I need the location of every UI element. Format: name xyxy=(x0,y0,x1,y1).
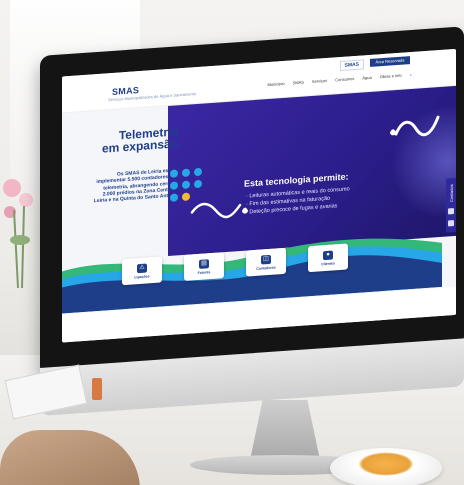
nav-item[interactable]: Consumos xyxy=(335,76,354,82)
pencil-holder xyxy=(92,378,102,400)
reserved-area-button[interactable]: Área Reservada xyxy=(370,56,410,67)
service-card-label: Contadores xyxy=(256,265,276,271)
users-icon: ● xyxy=(323,250,333,260)
wave-squiggle-icon xyxy=(190,202,248,219)
website-screen: SMAS Serviços Municipalizados de Água e … xyxy=(62,48,456,343)
service-card-label: Ligações xyxy=(134,273,150,279)
hero-title: Telemetria em expansão xyxy=(96,124,178,155)
meter-icon: ◫ xyxy=(261,254,271,265)
monitor: SMAS Serviços Municipalizados de Água e … xyxy=(40,26,464,416)
search-icon[interactable]: ⌕ xyxy=(410,72,412,77)
side-contact-tab[interactable]: Contactos xyxy=(446,177,456,233)
nav-item[interactable]: Município xyxy=(267,81,284,87)
side-tab-label[interactable]: Contactos xyxy=(449,184,454,202)
mail-icon[interactable] xyxy=(448,208,454,215)
tea-cup xyxy=(330,448,442,485)
service-card[interactable]: ▤ Faturas xyxy=(184,252,224,281)
service-card-label: Faturas xyxy=(197,269,211,275)
main-nav: Município SMAS Serviços Consumos Água Ob… xyxy=(267,72,412,87)
service-card[interactable]: ● Clientes xyxy=(308,243,348,273)
connection-icon: ⚠ xyxy=(137,263,147,273)
phone-icon[interactable] xyxy=(448,220,454,227)
service-card[interactable]: ◫ Contadores xyxy=(246,247,286,277)
hero-section: Telemetria em expansão Os SMAS de Leiria… xyxy=(62,85,456,343)
hero-text: Os SMAS de Leiria estão a implementar 5.… xyxy=(93,167,180,205)
flowers-decoration xyxy=(3,179,33,289)
topbar-tag[interactable]: SMAS xyxy=(339,59,364,72)
wave-squiggle-icon xyxy=(390,115,440,137)
nav-item[interactable]: Obras e Info xyxy=(380,73,402,80)
service-card-label: Clientes xyxy=(321,260,335,266)
nav-item[interactable]: Serviços xyxy=(312,78,327,84)
invoice-icon: ▤ xyxy=(199,258,209,269)
photo-scene: SMAS Serviços Municipalizados de Água e … xyxy=(0,0,464,485)
nav-item[interactable]: Água xyxy=(362,75,371,81)
nav-item[interactable]: SMAS xyxy=(293,80,304,86)
service-card[interactable]: ⚠ Ligações xyxy=(122,256,162,286)
